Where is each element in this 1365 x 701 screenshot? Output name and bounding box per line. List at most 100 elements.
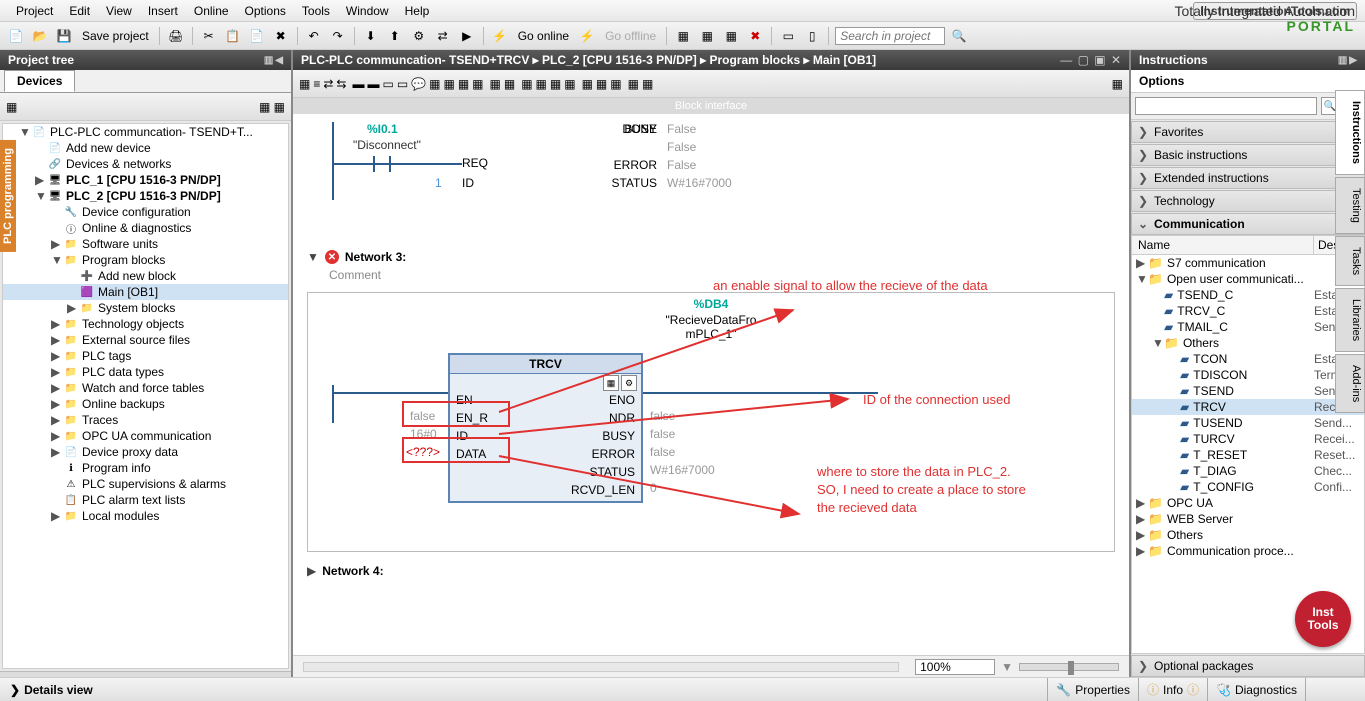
h-scrollbar[interactable] bbox=[303, 662, 899, 672]
go-online-icon[interactable]: ⚡ bbox=[490, 26, 510, 46]
e-icon-16[interactable]: ▦ bbox=[521, 77, 532, 91]
zoom-slider[interactable] bbox=[1019, 663, 1119, 671]
redo-icon[interactable]: ↷ bbox=[328, 26, 348, 46]
compare-icon[interactable]: ⇄ bbox=[433, 26, 453, 46]
comm-row[interactable]: ▰T_RESETReset... bbox=[1132, 447, 1364, 463]
tree-node[interactable]: ⚠PLC supervisions & alarms bbox=[3, 476, 288, 492]
go-online-button[interactable]: Go online bbox=[514, 29, 573, 43]
comm-row[interactable]: ▼📁Others bbox=[1132, 335, 1364, 351]
e-icon-10[interactable]: ▦ bbox=[429, 77, 440, 91]
sim-icon[interactable]: ▶ bbox=[457, 26, 477, 46]
comm-row[interactable]: ▰TSENDSend... bbox=[1132, 383, 1364, 399]
e-icon-2[interactable]: ≡ bbox=[313, 77, 320, 91]
comm-row[interactable]: ▶📁Communication proce... bbox=[1132, 543, 1364, 559]
misc-icon-3[interactable]: ▦ bbox=[721, 26, 741, 46]
menu-project[interactable]: Project bbox=[8, 2, 61, 20]
e-icon-5[interactable]: ▬ bbox=[352, 77, 364, 91]
search-go-icon[interactable]: 🔍 bbox=[949, 26, 969, 46]
r-close-icon[interactable]: ▶ bbox=[1349, 55, 1357, 66]
tree-view-icon-1[interactable]: ▦ bbox=[259, 100, 270, 114]
go-offline-icon[interactable]: ⚡ bbox=[577, 26, 597, 46]
e-icon-end[interactable]: ▦ bbox=[1112, 77, 1123, 91]
network-4-header[interactable]: ▶ Network 4: bbox=[307, 564, 1115, 578]
menu-edit[interactable]: Edit bbox=[61, 2, 98, 20]
menu-insert[interactable]: Insert bbox=[140, 2, 186, 20]
comm-row[interactable]: ▼📁Open user communicati... bbox=[1132, 271, 1364, 287]
tree-config-icon[interactable]: ▦ bbox=[6, 100, 17, 114]
close-icon[interactable]: ◀ bbox=[275, 55, 283, 66]
e-icon-21[interactable]: ▦ bbox=[596, 77, 607, 91]
acc-optional[interactable]: ❯Optional packages bbox=[1131, 655, 1365, 677]
menu-view[interactable]: View bbox=[98, 2, 140, 20]
e-icon-19[interactable]: ▦ bbox=[564, 77, 575, 91]
tree-node[interactable]: ▶📁PLC data types bbox=[3, 364, 288, 380]
tree-node[interactable]: 🔧Device configuration bbox=[3, 204, 288, 220]
tree-node[interactable]: ▼📄PLC-PLC communcation- TSEND+T... bbox=[3, 124, 288, 140]
e-icon-24[interactable]: ▦ bbox=[642, 77, 653, 91]
collapse-icon[interactable]: ▥ bbox=[264, 55, 273, 66]
side-tab-tasks[interactable]: Tasks bbox=[1335, 236, 1365, 286]
comm-row[interactable]: ▶📁OPC UA bbox=[1132, 495, 1364, 511]
tree-node[interactable]: ▶📁Traces bbox=[3, 412, 288, 428]
side-tab-testing[interactable]: Testing bbox=[1335, 177, 1365, 234]
trcv-info-icon[interactable]: ▦ bbox=[603, 375, 619, 391]
instructions-search[interactable] bbox=[1135, 97, 1317, 115]
comm-row[interactable]: ▶📁WEB Server bbox=[1132, 511, 1364, 527]
acc-favorites[interactable]: ❯Favorites bbox=[1131, 121, 1365, 143]
menu-options[interactable]: Options bbox=[237, 2, 294, 20]
comm-row[interactable]: ▰TSEND_CEstab... bbox=[1132, 287, 1364, 303]
comm-row[interactable]: ▰TCONEstab... bbox=[1132, 351, 1364, 367]
acc-technology[interactable]: ❯Technology bbox=[1131, 190, 1365, 212]
e-icon-15[interactable]: ▦ bbox=[504, 77, 515, 91]
zoom-select[interactable]: 100% bbox=[915, 659, 995, 675]
tree-node[interactable]: ▶🖥PLC_1 [CPU 1516-3 PN/DP] bbox=[3, 172, 288, 188]
e-icon-14[interactable]: ▦ bbox=[490, 77, 501, 91]
e-icon-11[interactable]: ▦ bbox=[443, 77, 454, 91]
acc-extended[interactable]: ❯Extended instructions bbox=[1131, 167, 1365, 189]
tree-node[interactable]: 🟪Main [OB1] bbox=[3, 284, 288, 300]
e-icon-6[interactable]: ▬ bbox=[367, 77, 379, 91]
delete-icon[interactable]: ✖ bbox=[271, 26, 291, 46]
download-icon[interactable]: ⬇ bbox=[361, 26, 381, 46]
menu-tools[interactable]: Tools bbox=[294, 2, 338, 20]
trcv-config-icon[interactable]: ⚙ bbox=[621, 375, 637, 391]
tree-node[interactable]: ▶📁Watch and force tables bbox=[3, 380, 288, 396]
acc-communication[interactable]: ⌄Communication bbox=[1131, 213, 1365, 235]
tree-node[interactable]: ▶📁Technology objects bbox=[3, 316, 288, 332]
tree-node[interactable]: ⓘOnline & diagnostics bbox=[3, 220, 288, 236]
e-icon-13[interactable]: ▦ bbox=[472, 77, 483, 91]
details-view-toggle[interactable]: ❯Details view bbox=[0, 680, 103, 700]
trcv-network[interactable]: %DB4 "RecieveDataFromPLC_1" TRCV ▦ ⚙ bbox=[307, 292, 1115, 552]
open-project-icon[interactable]: 📂 bbox=[30, 26, 50, 46]
tree-node[interactable]: ▶📁Online backups bbox=[3, 396, 288, 412]
tree-node[interactable]: 🔗Devices & networks bbox=[3, 156, 288, 172]
e-icon-22[interactable]: ▦ bbox=[610, 77, 621, 91]
comm-row[interactable]: ▰T_CONFIGConfi... bbox=[1132, 479, 1364, 495]
copy-icon[interactable]: 📋 bbox=[223, 26, 243, 46]
close-window-icon[interactable]: ✕ bbox=[1111, 53, 1121, 67]
e-icon-7[interactable]: ▭ bbox=[382, 77, 393, 91]
project-tree[interactable]: ▼📄PLC-PLC communcation- TSEND+T...📄Add n… bbox=[2, 123, 289, 669]
e-icon-12[interactable]: ▦ bbox=[458, 77, 469, 91]
e-icon-1[interactable]: ▦ bbox=[299, 77, 310, 91]
split-v-icon[interactable]: ▯ bbox=[802, 26, 822, 46]
comm-row[interactable]: ▰T_DIAGChec... bbox=[1132, 463, 1364, 479]
comm-row[interactable]: ▰TMAIL_CSend... bbox=[1132, 319, 1364, 335]
network-3-header[interactable]: ▼ ✕ Network 3: bbox=[307, 250, 1115, 264]
maximize-icon[interactable]: ▣ bbox=[1094, 53, 1105, 67]
restore-icon[interactable]: ▢ bbox=[1078, 53, 1089, 67]
tree-node[interactable]: ▶📁Local modules bbox=[3, 508, 288, 524]
tree-node[interactable]: ▶📁External source files bbox=[3, 332, 288, 348]
paste-icon[interactable]: 📄 bbox=[247, 26, 267, 46]
tree-node[interactable]: 📄Add new device bbox=[3, 140, 288, 156]
e-icon-23[interactable]: ▦ bbox=[628, 77, 639, 91]
menu-online[interactable]: Online bbox=[186, 2, 237, 20]
menu-help[interactable]: Help bbox=[397, 2, 438, 20]
misc-icon-4[interactable]: ✖ bbox=[745, 26, 765, 46]
collapse-network-4-icon[interactable]: ▶ bbox=[307, 564, 316, 578]
tree-node[interactable]: ▶📁System blocks bbox=[3, 300, 288, 316]
r-collapse-icon[interactable]: ▥ bbox=[1338, 55, 1347, 66]
tree-node[interactable]: ➕Add new block bbox=[3, 268, 288, 284]
col-name[interactable]: Name bbox=[1132, 236, 1314, 254]
e-icon-20[interactable]: ▦ bbox=[582, 77, 593, 91]
